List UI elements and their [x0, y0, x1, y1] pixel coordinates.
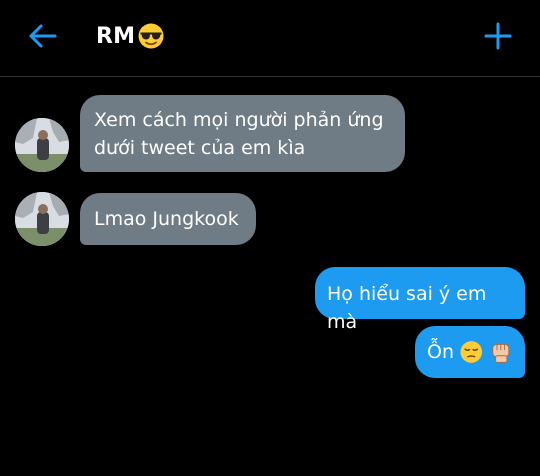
- avatar[interactable]: [15, 118, 69, 172]
- profile-photo-icon: [15, 192, 69, 246]
- message-bubble-outgoing[interactable]: Họ hiểu sai ý em mà: [315, 267, 525, 333]
- message-text: dưới tweet của em kìa: [94, 137, 306, 159]
- profile-photo-icon: [15, 118, 69, 172]
- back-button[interactable]: [22, 18, 62, 54]
- plus-icon: [484, 22, 512, 50]
- message-text: Lmao Jungkook: [94, 208, 239, 230]
- raised-fist-icon: [491, 343, 509, 363]
- pensive-face-icon: [460, 341, 483, 363]
- message-bubble-outgoing[interactable]: Ỗn: [415, 326, 525, 378]
- message-bubble-incoming[interactable]: Xem cách mọi người phản ứng dưới tweet c…: [80, 95, 405, 172]
- conversation-title[interactable]: RM: [96, 20, 165, 52]
- message-text: Ỗn: [427, 341, 454, 363]
- smiling-face-with-sunglasses-icon: [138, 23, 164, 49]
- contact-name: RM: [96, 23, 136, 49]
- avatar[interactable]: [15, 192, 69, 246]
- message-text: Xem cách mọi người phản ứng: [94, 109, 384, 131]
- add-button[interactable]: [480, 18, 516, 54]
- message-bubble-incoming[interactable]: Lmao Jungkook: [80, 193, 256, 245]
- conversation-header: RM: [0, 0, 540, 77]
- arrow-left-icon: [29, 24, 57, 48]
